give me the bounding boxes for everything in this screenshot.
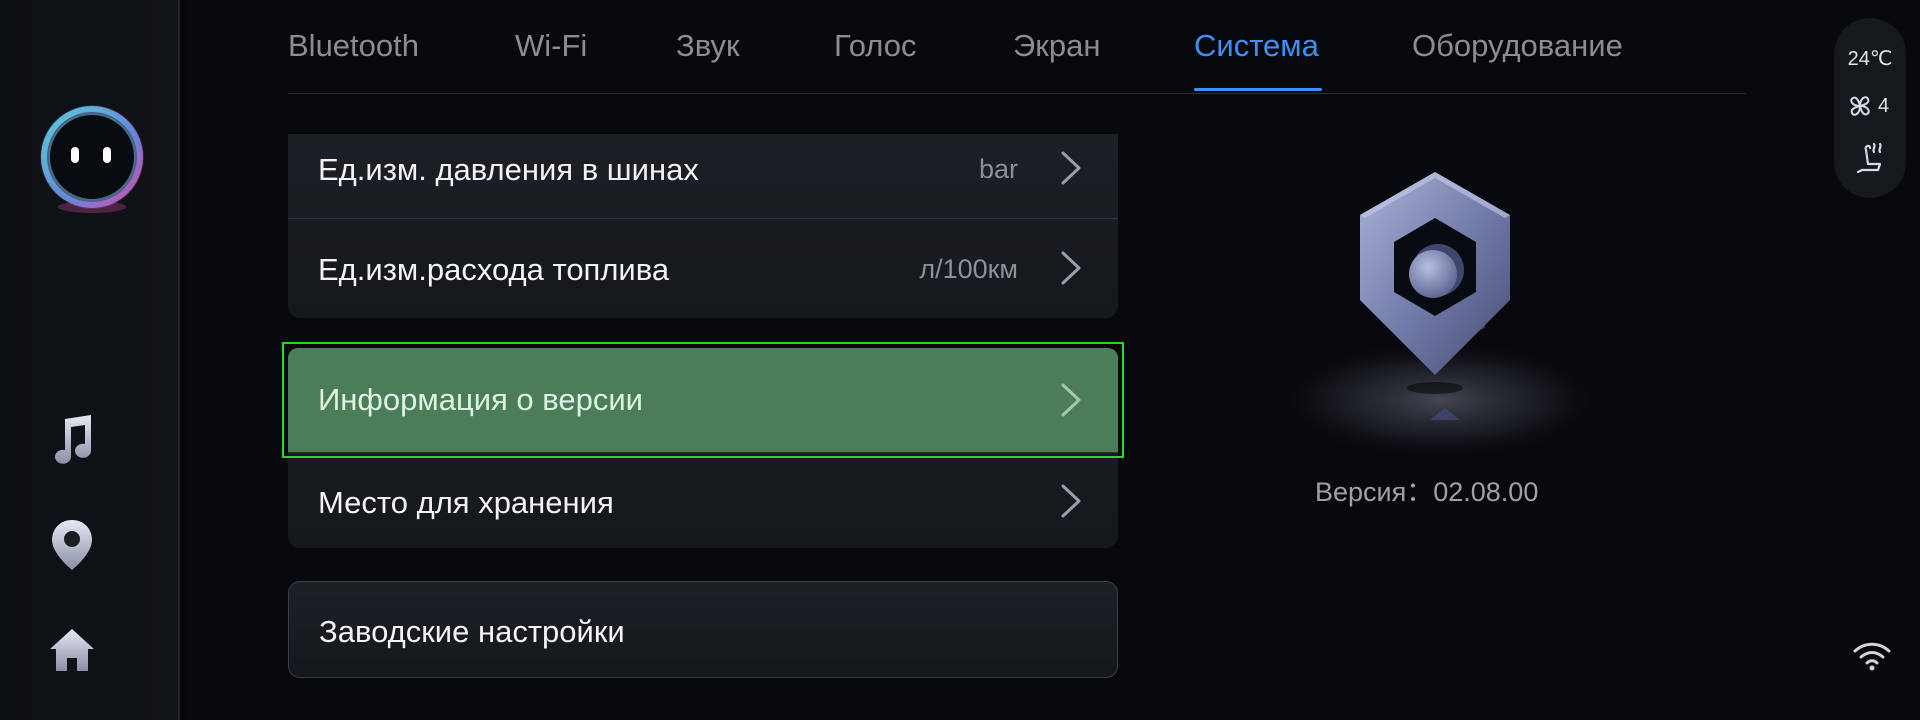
row-label: Информация о версии [318,382,644,417]
version-info-row[interactable]: Информация о версии [288,348,1118,452]
tire-pressure-unit-row[interactable]: Ед.изм. давления в шинах bar [288,134,1118,218]
seat-heating-icon [1856,142,1882,174]
active-tab-indicator [1194,88,1322,91]
tab-display[interactable]: Экран [1013,28,1100,64]
row-label: Ед.изм.расхода топлива [318,252,670,287]
home-icon [50,629,94,671]
factory-reset-card: Заводские настройки [288,581,1118,678]
voice-assistant-avatar[interactable] [35,101,149,215]
tab-wifi[interactable]: Wi-Fi [515,28,587,64]
tab-bluetooth[interactable]: Bluetooth [288,28,419,64]
chevron-right-icon [1061,251,1081,285]
tab-system[interactable]: Система [1194,28,1319,64]
navigation-button[interactable] [40,513,104,577]
row-label: Ед.изм. давления в шинах [318,152,699,187]
seat-heating-status [1854,140,1888,181]
music-icon [55,415,91,464]
side-dock [0,0,180,720]
fan-status: 4 [1846,92,1889,120]
row-value: bar [978,154,1018,184]
hex-nut-icon [1270,172,1610,460]
music-button[interactable] [40,407,104,471]
climate-status-pill[interactable]: 24℃ 4 [1834,18,1906,198]
chevron-right-icon [1061,383,1081,417]
fan-level: 4 [1878,94,1890,117]
navigation-icon [52,520,92,570]
home-button[interactable] [40,618,104,682]
tab-hardware[interactable]: Оборудование [1412,28,1623,64]
settings-screen: Bluetooth Wi-Fi Звук Голос Экран Система… [0,0,1920,720]
fuel-consumption-unit-row[interactable]: Ед.изм.расхода топлива л/100км [288,219,1118,318]
temperature-readout: 24℃ [1847,48,1893,70]
storage-row[interactable]: Место для хранения [288,453,1118,548]
version-label: Версия：02.08.00 [1315,477,1539,507]
tab-sound[interactable]: Звук [676,28,740,64]
tab-voice[interactable]: Голос [834,28,916,64]
assistant-avatar-icon [40,105,144,213]
chevron-right-icon [1061,151,1081,185]
units-settings-card: Ед.изм. давления в шинах bar Ед.изм.расх… [288,134,1118,318]
system-emblem [1270,160,1610,460]
factory-reset-row[interactable]: Заводские настройки [289,582,1117,677]
settings-tabs: Bluetooth Wi-Fi Звук Голос Экран Система… [288,0,1746,94]
chevron-right-icon [1061,484,1081,518]
row-value: л/100км [919,254,1018,284]
row-label: Место для хранения [318,485,614,520]
fan-icon [1850,96,1870,116]
wifi-status [1852,640,1892,677]
wifi-icon [1853,642,1891,671]
row-label: Заводские настройки [319,614,625,649]
